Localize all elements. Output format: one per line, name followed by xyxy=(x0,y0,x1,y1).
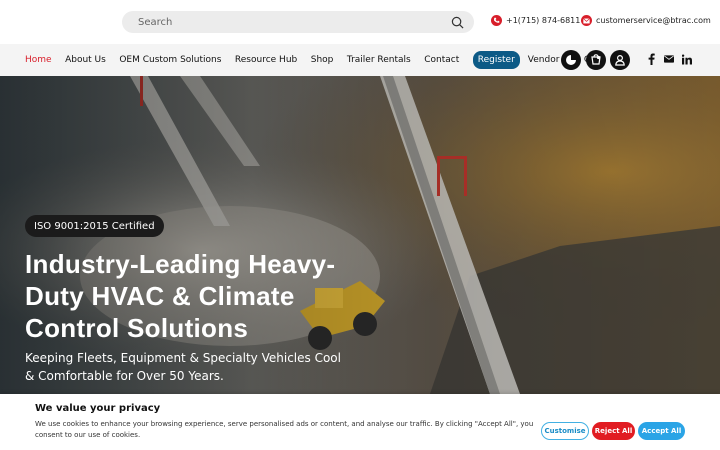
nav-oem-custom-solutions[interactable]: OEM Custom Solutions xyxy=(119,55,221,65)
cart-icon[interactable] xyxy=(585,50,606,70)
nav-trailer-rentals[interactable]: Trailer Rentals xyxy=(347,55,411,65)
linkedin-icon[interactable] xyxy=(682,53,692,65)
hero-banner: ISO 9001:2015 Certified Industry-Leading… xyxy=(0,76,720,394)
email-link[interactable]: customerservice@btrac.com xyxy=(581,15,711,26)
nav-resource-hub[interactable]: Resource Hub xyxy=(235,55,297,65)
register-button[interactable]: Register xyxy=(472,51,520,69)
compare-icon[interactable] xyxy=(561,50,581,70)
social-links xyxy=(646,53,692,65)
phone-number: +1(715) 874-6811 xyxy=(506,16,581,25)
iso-certified-badge: ISO 9001:2015 Certified xyxy=(25,215,164,237)
cookie-consent-banner: We value your privacy We use cookies to … xyxy=(0,394,720,450)
main-nav-bar: Home About Us OEM Custom Solutions Resou… xyxy=(0,44,720,76)
accept-all-button[interactable]: Accept All xyxy=(638,422,685,440)
search-input[interactable] xyxy=(138,16,451,28)
user-account-icon[interactable] xyxy=(610,50,630,70)
cookie-description: We use cookies to enhance your browsing … xyxy=(35,420,534,439)
facebook-icon[interactable] xyxy=(646,53,656,65)
top-bar: +1(715) 874-6811 customerservice@btrac.c… xyxy=(0,0,720,44)
email-address: customerservice@btrac.com xyxy=(596,16,711,25)
customise-button[interactable]: Customise xyxy=(541,422,589,440)
cookie-title: We value your privacy xyxy=(35,403,161,414)
search-bar[interactable] xyxy=(122,11,474,33)
nav-contact[interactable]: Contact xyxy=(424,55,459,65)
phone-icon xyxy=(491,15,502,26)
hero-headline: Industry-Leading Heavy-Duty HVAC & Clima… xyxy=(25,249,336,343)
nav-icon-group xyxy=(561,50,630,70)
nav-home[interactable]: Home xyxy=(25,55,52,65)
nav-shop[interactable]: Shop xyxy=(311,55,334,65)
phone-link[interactable]: +1(715) 874-6811 xyxy=(491,15,580,26)
hero-subheadline: Keeping Fleets, Equipment & Specialty Ve… xyxy=(25,351,341,383)
nav-about-us[interactable]: About Us xyxy=(65,55,106,65)
reject-all-button[interactable]: Reject All xyxy=(592,422,635,440)
email-icon xyxy=(581,15,592,26)
search-icon[interactable] xyxy=(451,16,464,29)
email-envelope-icon[interactable] xyxy=(664,53,674,65)
main-nav: Home About Us OEM Custom Solutions Resou… xyxy=(25,44,618,76)
